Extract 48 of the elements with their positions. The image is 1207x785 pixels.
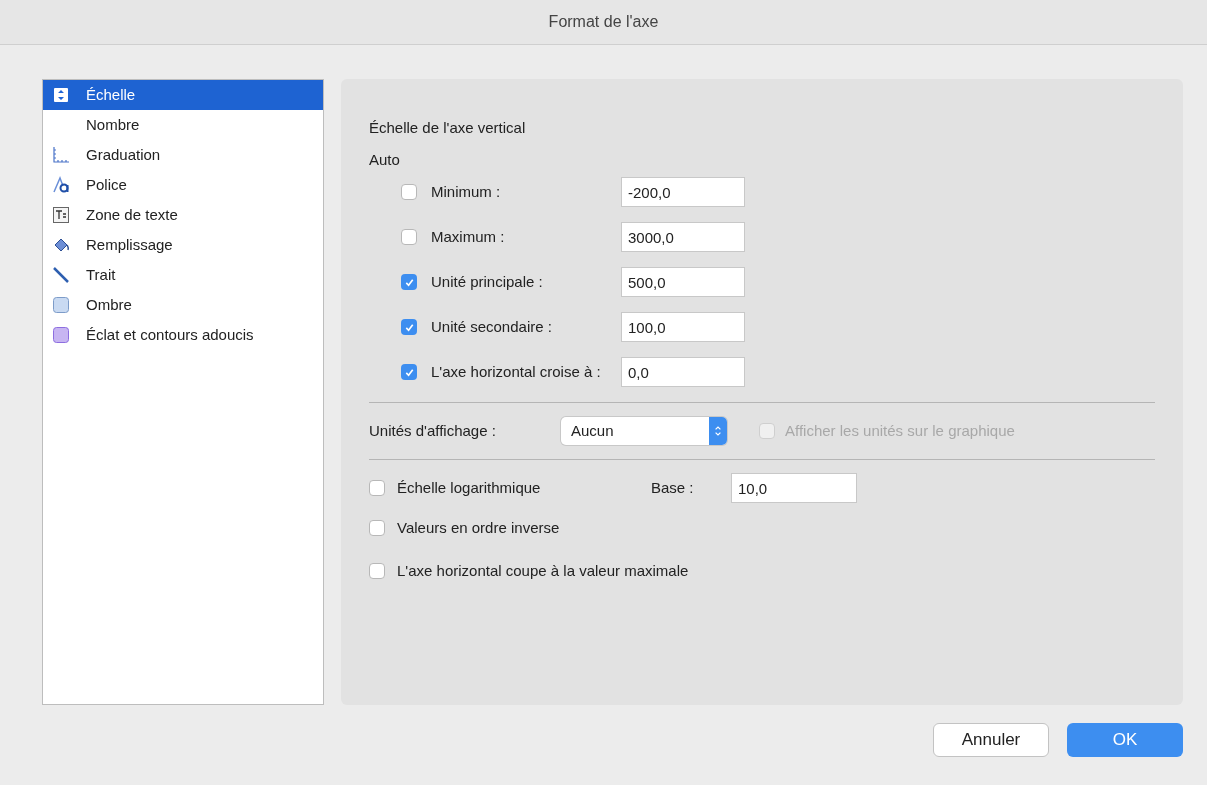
number-field[interactable]: 3000,0 [621,222,745,252]
text-box-icon [52,206,70,224]
stepper-icon [709,417,727,445]
line-icon [52,266,70,284]
section-title: Échelle de l'axe vertical [369,118,527,138]
paint-bucket-icon [52,236,70,254]
option-label: Minimum : [431,182,502,202]
auto-label: Auto [369,149,401,170]
option-label: Valeurs en ordre inverse [397,518,560,538]
option-label: Unité secondaire : [431,317,553,337]
square-icon [52,296,70,314]
category-item[interactable]: Échelle [43,80,323,110]
number-field[interactable]: -200,0 [621,177,745,207]
checkbox[interactable] [401,229,417,245]
number-field[interactable]: 0,0 [621,357,745,387]
axis-icon [52,146,70,164]
font-icon [52,176,70,194]
checkbox[interactable] [369,562,385,579]
number-field[interactable]: 100,0 [621,312,745,342]
scale-icon [52,86,70,104]
square-icon [52,326,70,344]
checkbox[interactable] [401,274,417,290]
option-label: L'axe horizontal croise à : [431,362,602,382]
category-item[interactable]: Remplissage [43,230,323,260]
display-units-label: Unités d'affichage : [369,420,497,441]
category-item[interactable]: Zone de texte [43,200,323,230]
checkbox[interactable] [369,480,385,496]
base-label: Base : [651,477,695,498]
category-item[interactable]: Nombre [43,110,323,140]
option-label: Afficher les unités sur le graphique [785,420,1015,441]
category-item[interactable]: Éclat et contours adoucis [43,320,323,350]
option-label: Unité principale : [431,272,544,292]
number-field[interactable]: 10,0 [731,473,857,503]
option-label: Maximum : [431,227,506,247]
checkbox[interactable] [401,319,417,335]
cancel-button[interactable]: Annuler [933,723,1049,757]
category-item[interactable]: Graduation [43,140,323,170]
units-dropdown[interactable]: Aucun [561,417,727,445]
checkbox[interactable] [401,184,417,200]
checkbox[interactable] [369,520,385,537]
category-item[interactable]: Trait [43,260,323,290]
number-field[interactable]: 500,0 [621,267,745,297]
category-item[interactable]: Police [43,170,323,200]
category-item[interactable]: Ombre [43,290,323,320]
option-label: L'axe horizontal coupe à la valeur maximale [397,560,689,581]
option-label: Échelle logarithmique [397,477,542,498]
window-title: Format de l'axe [548,12,659,32]
checkbox[interactable] [401,364,417,380]
